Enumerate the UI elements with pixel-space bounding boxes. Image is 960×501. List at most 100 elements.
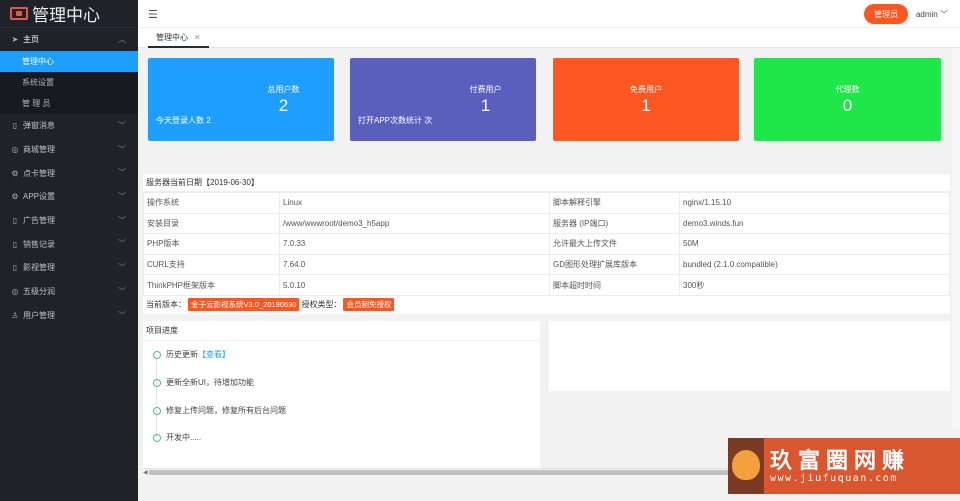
sidebar-item-app-settings[interactable]: ⚙ APP设置 ﹀ bbox=[0, 185, 138, 209]
user-menu[interactable]: admin ﹀ bbox=[916, 9, 948, 20]
sidebar-subitem-administrators[interactable]: 管 理 员 bbox=[0, 93, 138, 114]
license-badge: 会员制免授权 bbox=[343, 298, 395, 312]
table-cell: 操作系统 bbox=[143, 192, 280, 214]
timeline-dot-icon bbox=[153, 378, 161, 387]
scrollbar-thumb[interactable] bbox=[149, 470, 729, 475]
table-cell: 脚本超时时间 bbox=[549, 274, 680, 296]
chevron-down-icon: ﹀ bbox=[118, 144, 126, 154]
sidebar-item-label: APP设置 bbox=[23, 192, 56, 202]
sidebar-item-popup-messages[interactable]: ▯ 弹窗消息 ﹀ bbox=[0, 114, 138, 138]
app-logo[interactable]: 管理中心 bbox=[0, 0, 138, 28]
phone-icon: ▯ bbox=[12, 121, 18, 131]
table-row: CURL支持 7.64.0 GD图形处理扩展库版本 bundled (2.1.0… bbox=[143, 253, 950, 276]
sidebar-item-label: 主页 bbox=[23, 35, 39, 44]
sidebar-item-users[interactable]: ♙ 用户管理 ﹀ bbox=[0, 304, 138, 328]
sidebar: 管理中心 ➤ 主页 ︿ 管理中心 系统设置 管 理 员 ▯ 弹窗消息 ﹀ ◎ 商… bbox=[0, 0, 138, 501]
table-cell: /www/wwwroot/demo3_h5app bbox=[279, 212, 550, 235]
sidebar-item-label: 管 理 员 bbox=[22, 99, 51, 108]
sidebar-item-mall[interactable]: ◎ 商城管理 ﹀ bbox=[0, 138, 138, 162]
sidebar-submenu: 管理中心 系统设置 管 理 员 bbox=[0, 51, 138, 114]
sidebar-subitem-system-settings[interactable]: 系统设置 bbox=[0, 72, 138, 93]
watermark-logo-icon bbox=[732, 450, 760, 480]
logo-text: 管理中心 bbox=[32, 6, 100, 26]
table-cell: 50M bbox=[679, 233, 950, 255]
watermark-url: www.jiufuquan.com bbox=[770, 472, 898, 484]
version-row: 当前版本： 金子云影视系统V3.0_20190630 授权类型： 会员制免授权 bbox=[143, 296, 950, 314]
chevron-down-icon: ﹀ bbox=[118, 239, 126, 249]
timeline-item: 更新全新UI，待增加功能 bbox=[153, 377, 254, 388]
sidebar-item-label: 广告管理 bbox=[23, 216, 55, 226]
sidebar-item-label: 五级分润 bbox=[23, 287, 55, 297]
stat-extra: 打开APP次数统计 次 bbox=[358, 116, 433, 125]
chevron-down-icon: ﹀ bbox=[118, 310, 126, 320]
table-cell: 7.0.33 bbox=[279, 233, 550, 255]
sidebar-item-label: 商城管理 bbox=[23, 145, 55, 155]
sidebar-item-label: 系统设置 bbox=[22, 78, 54, 87]
timeline-dot-icon bbox=[153, 350, 161, 359]
stat-card-agents: 代理数 0 bbox=[754, 58, 941, 141]
version-label: 当前版本： bbox=[146, 300, 186, 310]
timeline-text: 更新全新UI，待增加功能 bbox=[166, 378, 254, 387]
scroll-left-icon[interactable]: ◀ bbox=[143, 469, 148, 476]
main-content: 总用户数 2 今天登录人数 2 付费用户 1 打开APP次数统计 次 免费用户 … bbox=[138, 48, 960, 501]
close-icon[interactable]: ✕ bbox=[194, 33, 201, 42]
chevron-down-icon: ﹀ bbox=[118, 286, 126, 296]
stat-value: 1 bbox=[641, 96, 651, 115]
sidebar-item-profit-share[interactable]: ◎ 五级分润 ﹀ bbox=[0, 280, 138, 304]
chevron-down-icon: ﹀ bbox=[940, 10, 948, 19]
table-cell: 5.0.10 bbox=[279, 274, 550, 296]
watermark: 玖富圈网赚 www.jiufuquan.com bbox=[728, 438, 960, 494]
server-info-panel: 服务器当前日期【2019-06-30】 操作系统 Linux 脚本解释引擎 ng… bbox=[143, 174, 950, 314]
timeline-text: 历史更新 bbox=[166, 350, 198, 359]
sidebar-item-ads[interactable]: ▯ 广告管理 ﹀ bbox=[0, 209, 138, 233]
chevron-down-icon: ﹀ bbox=[118, 215, 126, 225]
stat-label: 付费用户 bbox=[469, 85, 502, 94]
stat-label: 总用户数 bbox=[267, 85, 300, 94]
sidebar-subitem-admin-center[interactable]: 管理中心 bbox=[0, 51, 138, 72]
role-button[interactable]: 管理员 bbox=[864, 4, 908, 24]
send-icon: ➤ bbox=[11, 35, 19, 44]
sidebar-item-video[interactable]: ▯ 影视管理 ﹀ bbox=[0, 256, 138, 280]
timeline-item: 开发中..... bbox=[153, 432, 201, 443]
project-progress-panel: 项目进度 历史更新 【查看】 更新全新UI，待增加功能 修复上传问题，修复所有后… bbox=[143, 321, 540, 468]
watermark-text: 玖富圈网赚 bbox=[770, 447, 911, 474]
tab-bar: 管理中心 ✕ bbox=[138, 28, 960, 48]
table-row: 操作系统 Linux 脚本解释引擎 nginx/1.15.10 bbox=[143, 192, 950, 214]
table-cell: nginx/1.15.10 bbox=[679, 192, 950, 214]
vertical-scrollbar[interactable] bbox=[952, 48, 960, 428]
table-row: 安装目录 /www/wwwroot/demo3_h5app 服务器 (IP端口)… bbox=[143, 212, 950, 235]
sidebar-item-label: 影视管理 bbox=[23, 263, 55, 273]
compass-icon: ◎ bbox=[11, 287, 19, 297]
top-header: ☰ 管理员 admin ﹀ bbox=[138, 0, 960, 28]
sidebar-item-home[interactable]: ➤ 主页 ︿ bbox=[0, 28, 138, 51]
view-history-link[interactable]: 【查看】 bbox=[198, 349, 230, 360]
table-cell: bundled (2.1.0 compatible) bbox=[679, 253, 950, 276]
timeline-item: 历史更新 【查看】 bbox=[153, 349, 230, 360]
sidebar-item-cards[interactable]: ⚙ 点卡管理 ﹀ bbox=[0, 161, 138, 185]
timeline-item: 修复上传问题，修复所有后台问题 bbox=[153, 405, 286, 416]
phone-icon: ▯ bbox=[12, 216, 18, 226]
stat-extra: 今天登录人数 2 bbox=[156, 116, 211, 125]
timeline-dot-icon bbox=[153, 433, 161, 442]
sidebar-item-sales[interactable]: ▯ 销售记录 ﹀ bbox=[0, 232, 138, 256]
server-panel-title: 服务器当前日期【2019-06-30】 bbox=[143, 174, 950, 192]
progress-panel-title: 项目进度 bbox=[143, 321, 540, 341]
sidebar-item-label: 销售记录 bbox=[23, 239, 55, 249]
table-cell: GD图形处理扩展库版本 bbox=[549, 253, 680, 276]
tab-admin-center[interactable]: 管理中心 ✕ bbox=[148, 28, 209, 48]
menu-toggle-icon[interactable]: ☰ bbox=[148, 8, 158, 21]
sidebar-item-label: 管理中心 bbox=[22, 57, 54, 66]
stat-label: 代理数 bbox=[835, 85, 860, 94]
table-cell: PHP版本 bbox=[143, 233, 280, 255]
table-row: ThinkPHP框架版本 5.0.10 脚本超时时间 300秒 bbox=[143, 274, 950, 296]
sidebar-item-label: 弹窗消息 bbox=[23, 121, 55, 131]
table-cell: 脚本解释引擎 bbox=[549, 192, 680, 214]
gear-icon: ⚙ bbox=[11, 192, 19, 202]
phone-icon: ▯ bbox=[12, 263, 18, 273]
stat-card-paid-users: 付费用户 1 打开APP次数统计 次 bbox=[350, 58, 536, 141]
timeline-line bbox=[156, 359, 157, 439]
table-cell: 安装目录 bbox=[143, 212, 280, 235]
table-cell: CURL支持 bbox=[143, 253, 280, 276]
table-cell: demo3.winds.fun bbox=[679, 212, 950, 235]
username: admin bbox=[915, 10, 938, 19]
